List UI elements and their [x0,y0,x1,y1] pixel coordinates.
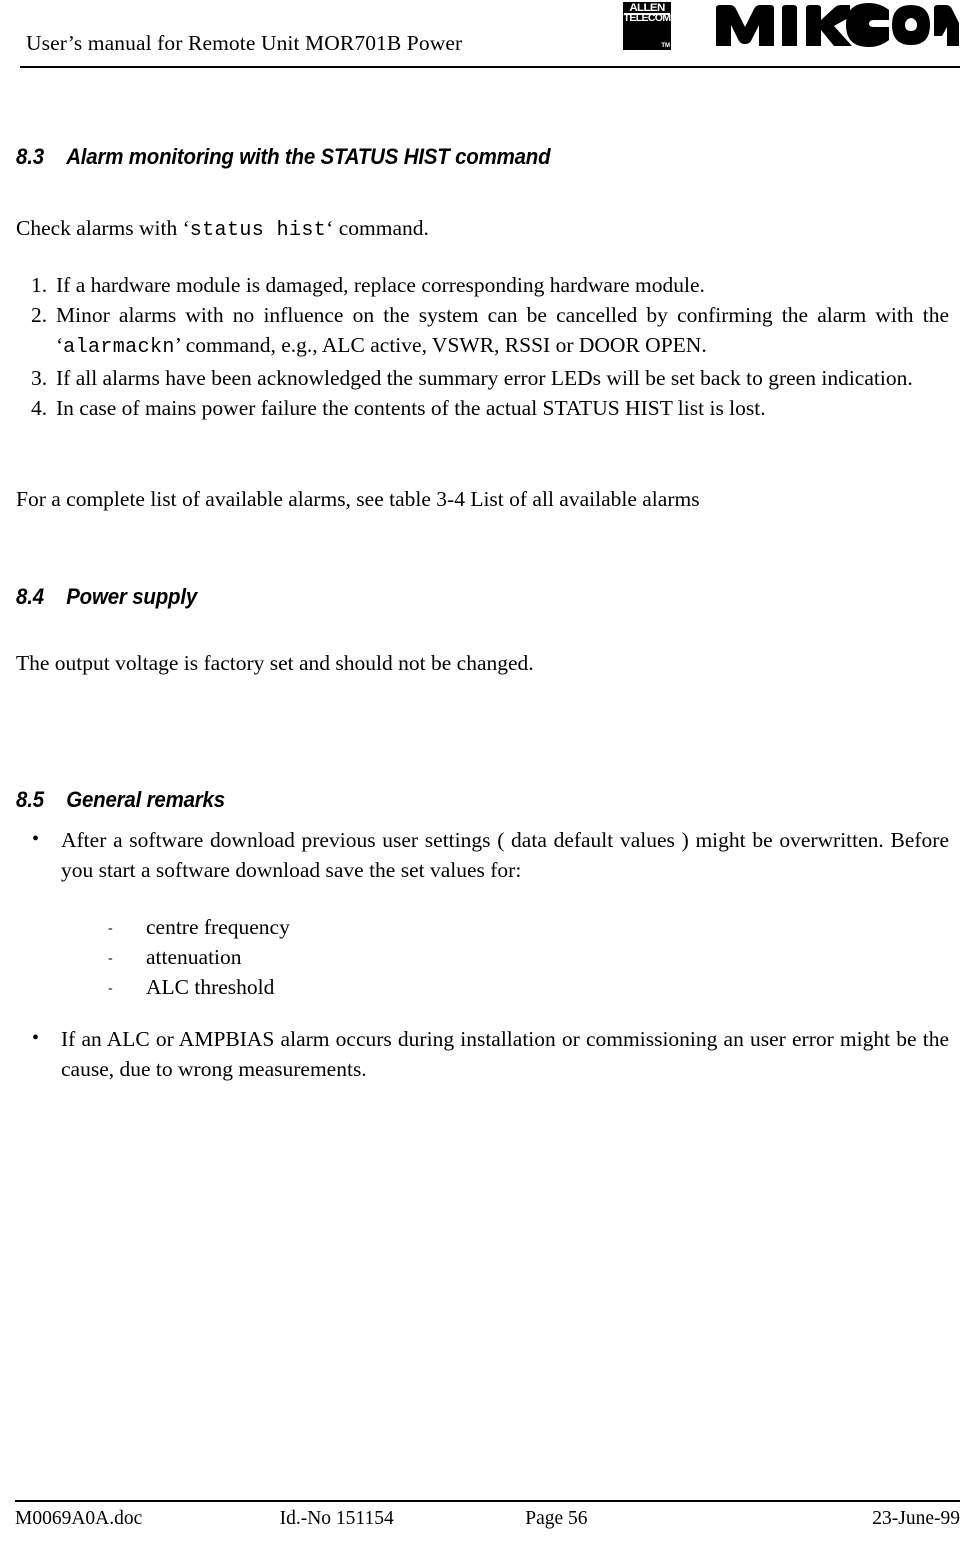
list-item: 1. If a hardware module is damaged, repla… [16,270,949,300]
list-marker: 3. [31,366,48,390]
list-item-text: ALC threshold [146,975,275,999]
list-item-text: If a hardware module is damaged, replace… [56,273,705,297]
dash-marker: - [108,921,113,936]
section-8-4-number: 8.4 [16,584,44,609]
page-header: User’s manual for Remote Unit MOR701B Po… [0,0,967,70]
footer-page-number: Page 56 [525,1508,588,1529]
allen-telecom-logo: ALLEN TELECOM TM [623,2,671,50]
section-8-4-body: The output voltage is factory set and sh… [0,648,967,678]
list-item-text: If an ALC or AMPBIAS alarm occurs during… [61,1027,949,1081]
check-alarms-suffix: ‘ command. [326,216,429,240]
list-item-text: attenuation [146,945,242,969]
section-8-3: 8.3 Alarm monitoring with the STATUS HIST… [0,144,967,170]
section-8-5-number: 8.5 [16,787,44,812]
bullet-marker: • [32,1027,40,1049]
footer-divider [15,1500,960,1502]
section-8-3-intro: Check alarms with ‘status hist‘ command. [0,213,967,246]
list-marker: 1. [31,273,48,297]
section-8-4-heading: 8.4 Power supply [16,584,884,610]
section-8-5-sub-list: - centre frequency - attenuation - ALC thre… [0,912,967,1002]
list-item: - centre frequency [16,912,949,942]
dash-marker: - [108,951,113,966]
list-item: • After a software download previous user… [16,825,949,885]
list-marker: 4. [31,396,48,420]
section-8-5-heading: 8.5 General remarks [16,787,884,813]
section-8-3-heading: 8.3 Alarm monitoring with the STATUS HIST… [16,144,884,170]
section-8-3-numbered-list: 1. If a hardware module is damaged, repla… [0,270,967,423]
dash-marker: - [108,981,113,996]
trademark-symbol: TM [661,43,670,49]
section-8-3-title: Alarm monitoring with the STATUS HIST co… [66,144,551,169]
list-item: - ALC threshold [16,972,949,1002]
list-item: - attenuation [16,942,949,972]
section-8-5-bullet-1: • After a software download previous user… [0,825,967,885]
footer-date: 23-June-99 [872,1508,960,1529]
allen-logo-line-2: TELECOM [623,13,671,24]
header-title: User’s manual for Remote Unit MOR701B Po… [26,31,463,55]
page-footer: M0069A0A.doc Id.-No 151154 Page 56 23-Ju… [0,1500,967,1554]
section-8-5: 8.5 General remarks [0,787,967,813]
section-8-5-title: General remarks [66,787,225,812]
list-marker: 2. [31,303,48,327]
section-8-4: 8.4 Power supply [0,584,967,610]
section-8-4-title: Power supply [66,584,198,609]
footer-document-name: M0069A0A.doc [15,1508,143,1529]
check-alarms-prefix: Check alarms with ‘ [16,216,190,240]
list-item-text: In case of mains power failure the conte… [56,396,766,420]
check-alarms-paragraph: Check alarms with ‘status hist‘ command. [16,213,949,246]
list-item: 2. Minor alarms with no influence on the … [16,300,949,363]
alarmackn-command: alarmackn [63,336,175,359]
list-item: 4. In case of mains power failure the con… [16,393,949,423]
section-8-5-bullet-2: • If an ALC or AMPBIAS alarm occurs durin… [0,1024,967,1084]
list-item: 3. If all alarms have been acknowledged t… [16,363,949,393]
bullet-marker: • [32,828,40,850]
section-8-3-closing: For a complete list of available alarms,… [0,484,967,514]
section-8-3-number: 8.3 [16,144,44,169]
power-supply-paragraph: The output voltage is factory set and sh… [16,651,534,675]
list-item-text: After a software download previous user … [61,828,949,882]
list-item: • If an ALC or AMPBIAS alarm occurs durin… [16,1024,949,1084]
list-item-text: centre frequency [146,915,290,939]
status-hist-command: status hist [189,219,327,242]
mikom-wordmark-icon [716,3,959,47]
document-page: User’s manual for Remote Unit MOR701B Po… [0,0,967,1554]
header-divider [20,66,960,68]
list-item-text: If all alarms have been acknowledged the… [56,366,913,390]
list-item-text-after: ’ command, e.g., ALC active, VSWR, RSSI … [174,333,707,357]
available-alarms-reference: For a complete list of available alarms,… [16,487,700,511]
mikom-logo [714,3,959,47]
footer-id-number: Id.-No 151154 [279,1508,394,1529]
